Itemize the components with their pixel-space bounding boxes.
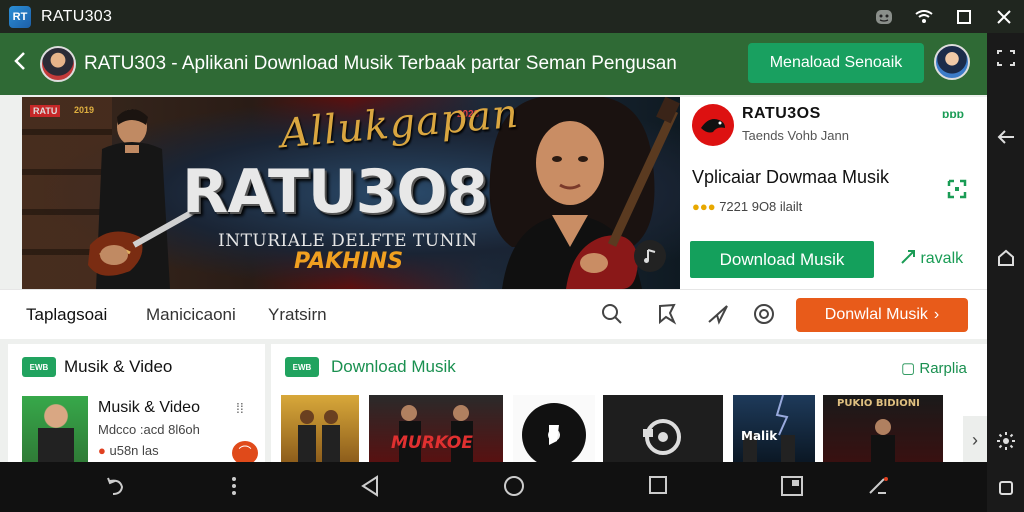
back-arrow-icon[interactable] (0, 50, 40, 78)
see-more-link[interactable]: ▢ Rarplia (901, 359, 967, 377)
rating-text: 7221 9O8 ilailt (719, 199, 803, 214)
hero-banner[interactable]: RATU 2019 2023 Allukgapan RATU3O8 INTURI… (22, 97, 680, 289)
home-icon[interactable] (987, 249, 1024, 272)
card-header: EWB Download Musik (285, 357, 456, 377)
album-thumbnail[interactable] (513, 395, 595, 465)
tab-manicicaoni[interactable]: Manicicaoni (146, 305, 236, 325)
item-thumbnail[interactable] (22, 396, 88, 464)
album-title: Malik (741, 429, 778, 443)
tab-download-label: Donwlal Musik (824, 306, 928, 323)
nav-recents-icon[interactable] (648, 475, 668, 501)
app-screen: RT RATU303 RATU303 - Aplikani Download M… (0, 0, 1024, 512)
item-meta-2-text: u58n (109, 443, 139, 458)
app-name: RATU3OS (742, 105, 821, 122)
edit-icon[interactable] (866, 475, 890, 503)
app-developer: Taends Vohb Jann (742, 128, 849, 143)
album-thumbnail[interactable]: MURKOE (369, 395, 503, 465)
qr-code-icon[interactable] (947, 179, 967, 204)
section-badge-icon: EWB (285, 357, 319, 377)
album-thumbnail[interactable]: Malik (733, 395, 815, 465)
music-note-button[interactable] (634, 240, 666, 272)
tab-yratsirn[interactable]: Yratsirn (268, 305, 327, 325)
app-icon: RT (9, 5, 31, 28)
item-meta-2: ● u58n las (98, 443, 159, 458)
page-title: RATU303 - Aplikani Download Musik Terbaa… (84, 53, 677, 74)
rating-stars-icon: ●●● (692, 199, 716, 214)
banner-subtitle-2: PAKHINS (294, 249, 404, 274)
nav-home-icon[interactable] (503, 475, 525, 503)
back-icon[interactable] (987, 128, 1024, 151)
search-icon[interactable] (600, 302, 626, 328)
side-nav-rail (987, 33, 1024, 512)
album-thumbnail[interactable] (603, 395, 723, 465)
album-title: MURKOE (391, 433, 473, 453)
musik-video-card: EWB Musik & Video Musik & Video Mdcco :a… (8, 344, 265, 465)
send-icon[interactable] (706, 302, 732, 328)
profile-avatar[interactable] (934, 44, 970, 80)
header-download-button[interactable]: Menaload Senoaik (748, 43, 924, 83)
square-icon: ▢ (901, 360, 916, 377)
guitarist-figure-left (88, 109, 200, 289)
album-title: PUKIO BIDIONI (837, 398, 920, 409)
kebab-menu-icon[interactable] (230, 475, 238, 503)
share-label: ravalk (920, 250, 964, 267)
screenshot-icon[interactable] (987, 49, 1024, 72)
chevron-right-icon[interactable]: › (963, 416, 987, 464)
record-icon[interactable] (752, 302, 778, 328)
item-meta: Mdcco :acd 8l6oh (98, 422, 200, 437)
maximize-button[interactable] (944, 0, 984, 33)
card-header: EWB Musik & Video (22, 357, 172, 377)
card-heading: Download Musik (331, 357, 456, 376)
recent-apps-icon[interactable] (987, 479, 1024, 502)
download-musik-card: EWB Download Musik ▢ Rarplia MURKOE Mali… (271, 344, 987, 465)
more-options-icon[interactable]: ⁞⁞ (236, 400, 244, 416)
chevron-right-icon: › (933, 306, 940, 323)
app-badge: ɒɒɒ (942, 107, 964, 121)
wifi-icon (904, 0, 944, 33)
download-button[interactable]: Download Musik (690, 241, 874, 278)
tab-strip: Taplagsoai Manicicaoni Yratsirn Donwlal … (0, 289, 987, 339)
banner-main-title: RATU3O8 (182, 157, 488, 227)
banner-tag-left: RATU (30, 105, 61, 117)
album-thumbnail[interactable] (281, 395, 359, 465)
hot-icon: ● (98, 443, 106, 458)
app-rating: ●●● 7221 9O8 ilailt (692, 199, 802, 214)
card-heading: Musik & Video (64, 357, 173, 376)
banner-tag-left-year: 2019 (74, 105, 95, 115)
picture-in-picture-icon[interactable] (780, 475, 804, 503)
emoji-icon[interactable] (864, 0, 904, 33)
banner-subtitle: INTURIALE DELFTE TUNIN (218, 231, 478, 251)
tab-download-button[interactable]: Donwlal Musik › (796, 298, 968, 332)
settings-icon[interactable] (987, 431, 1024, 456)
item-title[interactable]: Musik & Video (98, 399, 200, 417)
nav-back-icon[interactable] (360, 475, 380, 503)
undo-icon[interactable] (104, 475, 126, 503)
app-tagline: Vplicaiar Dowmaa Musik (692, 167, 890, 187)
share-icon (901, 250, 915, 264)
bookmark-icon[interactable] (655, 302, 681, 328)
bottom-navigation-bar (0, 462, 987, 512)
app-header: RATU303 - Aplikani Download Musik Terbaa… (0, 33, 987, 95)
album-thumbnail[interactable]: PUKIO BIDIONI (823, 395, 943, 465)
window-title: RATU303 (41, 7, 113, 25)
app-info-panel: RATU3OS Taends Vohb Jann ɒɒɒ Vplicaiar D… (680, 97, 987, 289)
app-logo-icon (692, 104, 734, 146)
tab-taplagsoai[interactable]: Taplagsoai (26, 305, 107, 325)
share-button[interactable]: ravalk (900, 249, 963, 268)
item-meta-2-suffix: las (142, 443, 159, 458)
window-title-bar: RT RATU303 (0, 0, 1024, 33)
avatar[interactable] (40, 46, 76, 82)
section-badge-icon: EWB (22, 357, 56, 377)
close-button[interactable] (984, 0, 1024, 33)
see-more-label: Rarplia (919, 360, 967, 377)
